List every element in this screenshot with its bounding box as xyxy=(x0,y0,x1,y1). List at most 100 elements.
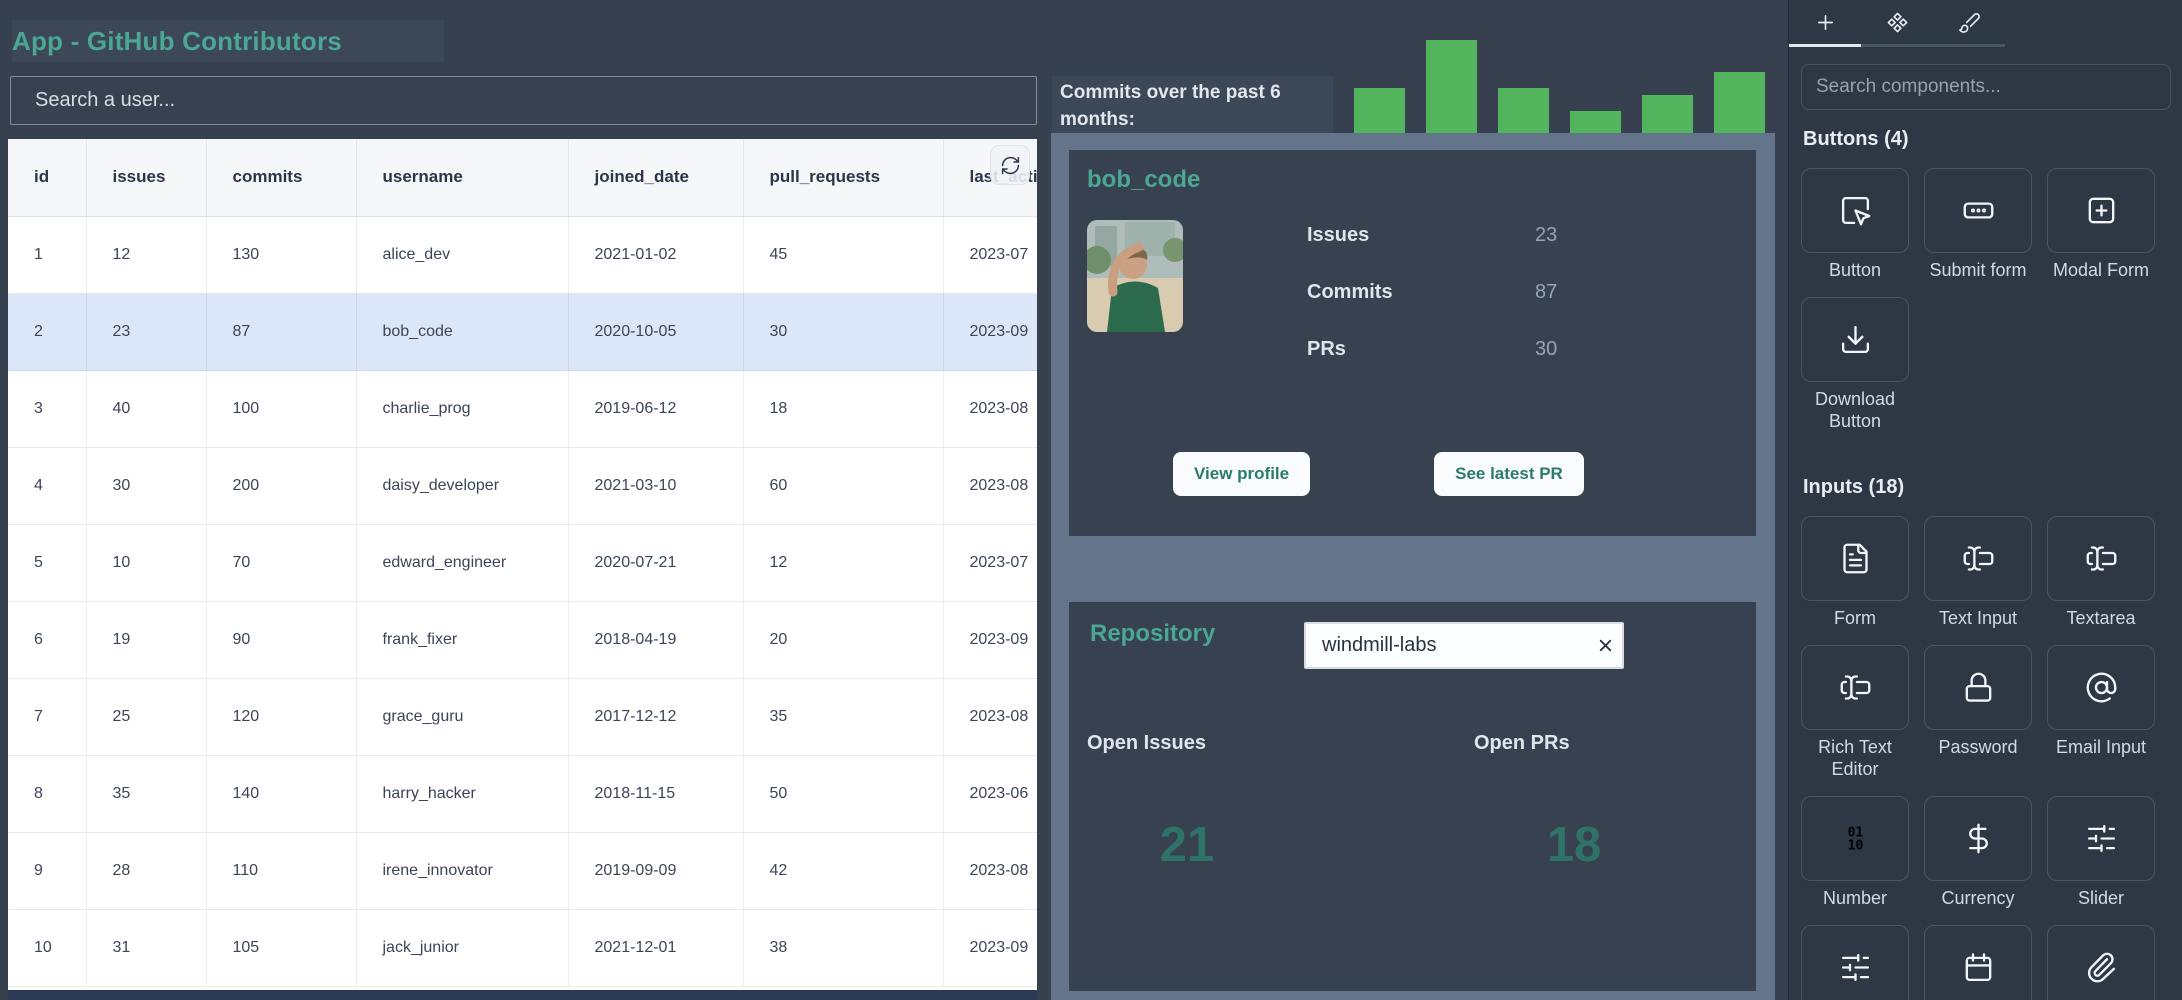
table-refresh-button[interactable] xyxy=(990,145,1030,185)
cell-username: charlie_prog xyxy=(356,370,568,447)
component-tile[interactable]: 0110 xyxy=(1801,796,1909,881)
component-tile[interactable] xyxy=(1924,168,2032,253)
component-item-password[interactable]: Password xyxy=(1924,645,2032,780)
table-row[interactable]: 1031105jack_junior2021-12-01382023-09 xyxy=(8,909,1037,986)
cell-issues: 31 xyxy=(86,909,206,986)
sidebar-tab-plus[interactable] xyxy=(1789,0,1861,44)
preview-panel: bob_code Issues23Commits87PRs30 View pro… xyxy=(1051,133,1775,1000)
table-row[interactable]: 61990frank_fixer2018-04-19202023-09 xyxy=(8,601,1037,678)
component-tile[interactable] xyxy=(1801,168,1909,253)
table-row[interactable]: 928110irene_innovator2019-09-09422023-08 xyxy=(8,832,1037,909)
repo-stat-label: Open Issues xyxy=(1087,732,1287,755)
component-tile[interactable] xyxy=(2047,925,2155,1000)
component-item-form[interactable]: Form xyxy=(1801,516,1909,629)
cell-id: 8 xyxy=(8,755,86,832)
chart-bar xyxy=(1354,88,1405,137)
sidebar-tab-paintbrush[interactable] xyxy=(1933,0,2005,44)
component-item-currency[interactable]: Currency xyxy=(1924,796,2032,909)
lock-icon xyxy=(1962,671,1995,704)
cell-id: 6 xyxy=(8,601,86,678)
component-tile[interactable] xyxy=(1801,516,1909,601)
repository-card-title: Repository xyxy=(1090,620,1215,648)
repo-stat: Open Issues 21 xyxy=(1087,732,1287,873)
column-header-username: username xyxy=(356,139,568,216)
repo-stat-value: 21 xyxy=(1087,817,1287,873)
table-row[interactable]: 112130alice_dev2021-01-02452023-07 xyxy=(8,216,1037,293)
component-item[interactable] xyxy=(2047,925,2155,1000)
cell-username: irene_innovator xyxy=(356,832,568,909)
component-tile[interactable] xyxy=(2047,645,2155,730)
cell-commits: 90 xyxy=(206,601,356,678)
column-header-pull_requests: pull_requests xyxy=(743,139,943,216)
cell-pull_requests: 38 xyxy=(743,909,943,986)
component-item[interactable] xyxy=(1801,925,1909,1000)
sidebar-tab-components[interactable] xyxy=(1861,0,1933,44)
component-tile[interactable] xyxy=(1924,925,2032,1000)
text-cursor-input-icon xyxy=(1839,671,1872,704)
component-label: Password xyxy=(1938,736,2017,758)
table-row[interactable]: 430200daisy_developer2021-03-10602023-08 xyxy=(8,447,1037,524)
component-item-number[interactable]: 0110Number xyxy=(1801,796,1909,909)
component-item-textarea[interactable]: Textarea xyxy=(2047,516,2155,629)
page-title: App - GitHub Contributors xyxy=(12,26,342,57)
component-label: Slider xyxy=(2078,887,2124,909)
stat-value: 87 xyxy=(1535,281,1557,305)
repository-input[interactable] xyxy=(1306,634,1588,657)
component-tile[interactable] xyxy=(1801,925,1909,1000)
user-search-input[interactable] xyxy=(10,76,1037,125)
cell-id: 4 xyxy=(8,447,86,524)
cell-pull_requests: 30 xyxy=(743,293,943,370)
component-item-rich-text-editor[interactable]: Rich Text Editor xyxy=(1801,645,1909,780)
table-row[interactable]: 51070edward_engineer2020-07-21122023-07 xyxy=(8,524,1037,601)
component-label: Text Input xyxy=(1939,607,2017,629)
component-item-slider[interactable]: Slider xyxy=(2047,796,2155,909)
repo-stat-label: Open PRs xyxy=(1474,732,1674,755)
table-row[interactable]: 835140harry_hacker2018-11-15502023-06 xyxy=(8,755,1037,832)
component-item-download-button[interactable]: Download Button xyxy=(1801,297,1909,432)
stat-value: 30 xyxy=(1535,338,1557,362)
table-row[interactable]: 725120grace_guru2017-12-12352023-08 xyxy=(8,678,1037,755)
refresh-icon xyxy=(1000,155,1021,176)
chart-bar xyxy=(1714,72,1765,137)
see-latest-pr-button[interactable]: See latest PR xyxy=(1434,452,1584,496)
cell-joined_date: 2019-09-09 xyxy=(568,832,743,909)
component-item-submit-form[interactable]: Submit form xyxy=(1924,168,2032,281)
component-item[interactable] xyxy=(1924,925,2032,1000)
file-text-icon xyxy=(1839,542,1872,575)
component-tile[interactable] xyxy=(1924,645,2032,730)
component-tile[interactable] xyxy=(2047,516,2155,601)
component-item-button[interactable]: Button xyxy=(1801,168,1909,281)
cell-joined_date: 2021-03-10 xyxy=(568,447,743,524)
plus-square-icon xyxy=(2085,194,2118,227)
component-item-modal-form[interactable]: Modal Form xyxy=(2047,168,2155,281)
cell-joined_date: 2019-06-12 xyxy=(568,370,743,447)
cell-last_active: 2023-09 xyxy=(943,293,1037,370)
paperclip-icon xyxy=(2085,951,2118,984)
cell-commits: 110 xyxy=(206,832,356,909)
repository-input-wrap xyxy=(1304,622,1624,669)
column-header-joined_date: joined_date xyxy=(568,139,743,216)
cell-last_active: 2023-07 xyxy=(943,216,1037,293)
sliders-icon xyxy=(2085,822,2118,855)
component-search-input[interactable] xyxy=(1801,64,2171,110)
component-tile[interactable] xyxy=(1924,796,2032,881)
component-tile[interactable] xyxy=(1801,645,1909,730)
dollar-icon xyxy=(1962,822,1995,855)
table-row[interactable]: 22387bob_code2020-10-05302023-09 xyxy=(8,293,1037,370)
chart-bar xyxy=(1426,40,1477,137)
repository-card: Repository Open Issues 21 Open PRs 18 xyxy=(1069,602,1756,991)
component-tile[interactable] xyxy=(2047,796,2155,881)
component-item-email-input[interactable]: Email Input xyxy=(2047,645,2155,780)
table-row[interactable]: 340100charlie_prog2019-06-12182023-08 xyxy=(8,370,1037,447)
cell-joined_date: 2021-12-01 xyxy=(568,909,743,986)
component-label: Modal Form xyxy=(2053,259,2149,281)
component-tile[interactable] xyxy=(2047,168,2155,253)
component-item-text-input[interactable]: Text Input xyxy=(1924,516,2032,629)
component-tile[interactable] xyxy=(1801,297,1909,382)
clear-repository-button[interactable] xyxy=(1588,629,1622,663)
profile-stat-row: PRs30 xyxy=(1307,338,1727,362)
component-tile[interactable] xyxy=(1924,516,2032,601)
repo-stat-value: 18 xyxy=(1474,817,1674,873)
section-title: Buttons (4) xyxy=(1803,128,2173,151)
view-profile-button[interactable]: View profile xyxy=(1173,452,1310,496)
